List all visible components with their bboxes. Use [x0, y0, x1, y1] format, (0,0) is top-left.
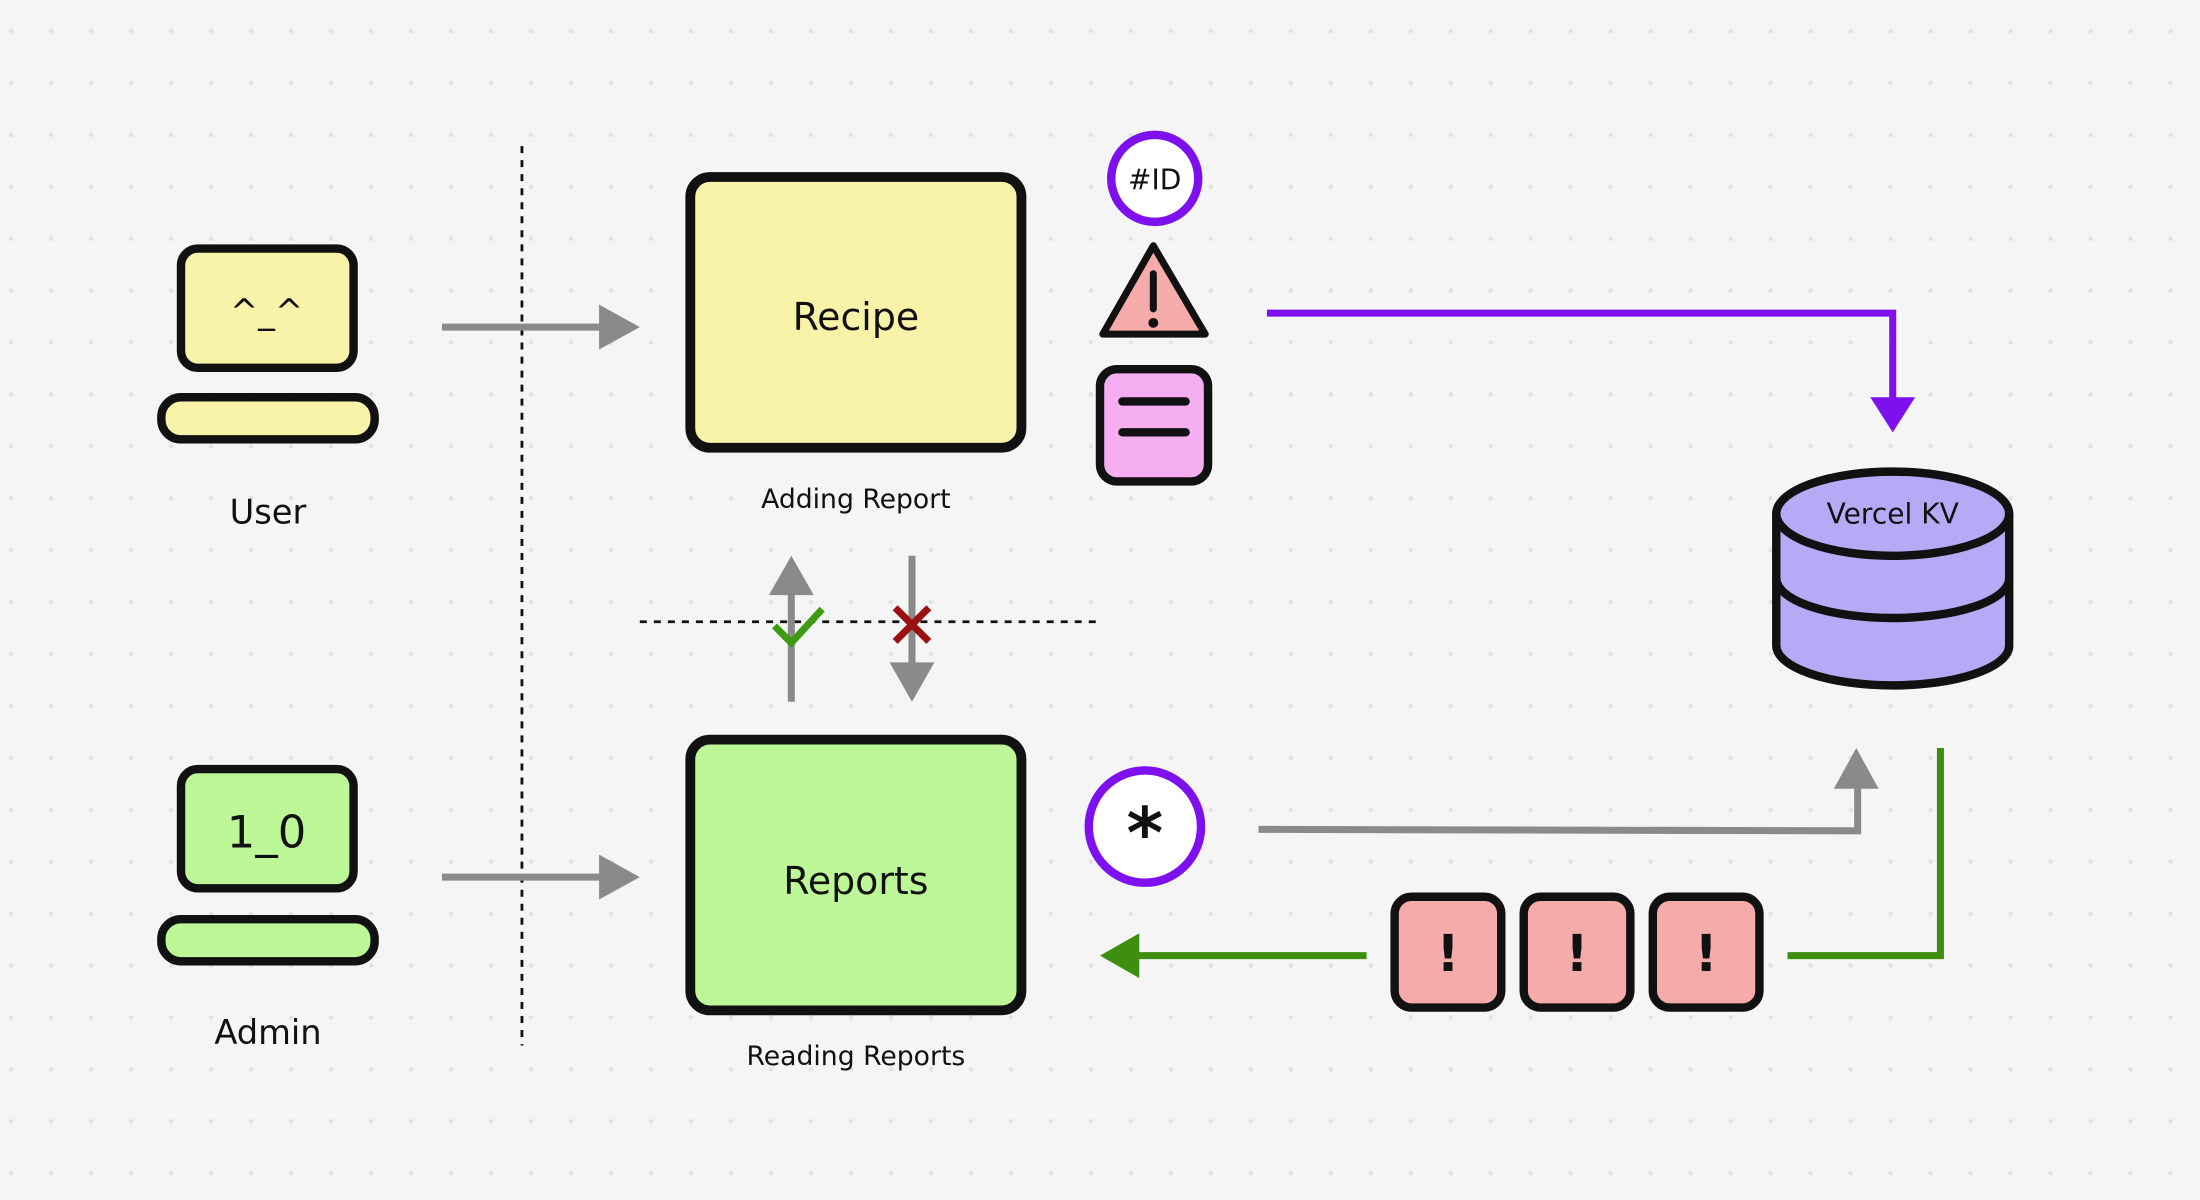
recipe-caption: Adding Report	[761, 484, 951, 515]
error-icon: !	[1519, 892, 1635, 1012]
user-label: User	[230, 493, 307, 532]
id-badge: #ID	[1107, 130, 1203, 227]
keyboard-icon	[157, 914, 379, 966]
reports-title: Reports	[783, 859, 928, 903]
svg-text:*: *	[1127, 792, 1164, 874]
architecture-diagram: ^_^ User 1_0 Admin Recipe Adding Report …	[0, 0, 2200, 1200]
document-icon	[1095, 364, 1213, 486]
error-badges: ! ! !	[1390, 892, 1764, 1012]
svg-text:!: !	[1695, 924, 1718, 983]
svg-text:#ID: #ID	[1128, 164, 1181, 197]
asterisk-badge: *	[1084, 766, 1206, 887]
recipe-title: Recipe	[793, 295, 920, 339]
keyboard-icon	[157, 393, 379, 444]
error-icon: !	[1648, 892, 1764, 1012]
admin-screen-text: 1_0	[227, 806, 307, 859]
admin-label: Admin	[214, 1013, 321, 1052]
user-screen-text: ^_^	[230, 292, 303, 331]
svg-text:!: !	[1436, 924, 1459, 983]
reports-caption: Reading Reports	[746, 1041, 965, 1072]
vercel-kv-database[interactable]: Vercel KV	[1772, 467, 2014, 690]
svg-text:!: !	[1566, 924, 1589, 983]
error-icon: !	[1390, 892, 1506, 1012]
database-label: Vercel KV	[1827, 498, 1959, 531]
